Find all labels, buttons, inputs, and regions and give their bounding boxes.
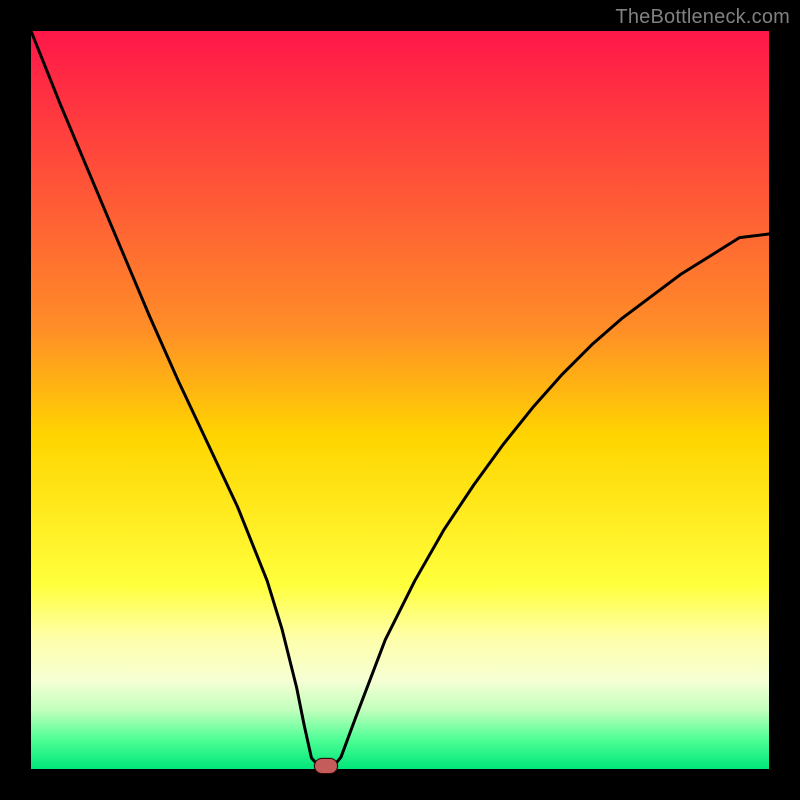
curve-svg — [31, 31, 769, 769]
optimum-marker — [314, 758, 338, 774]
watermark-text: TheBottleneck.com — [615, 6, 790, 29]
bottleneck-curve — [31, 31, 769, 766]
chart-frame: TheBottleneck.com — [0, 0, 800, 800]
plot-area — [31, 31, 769, 769]
